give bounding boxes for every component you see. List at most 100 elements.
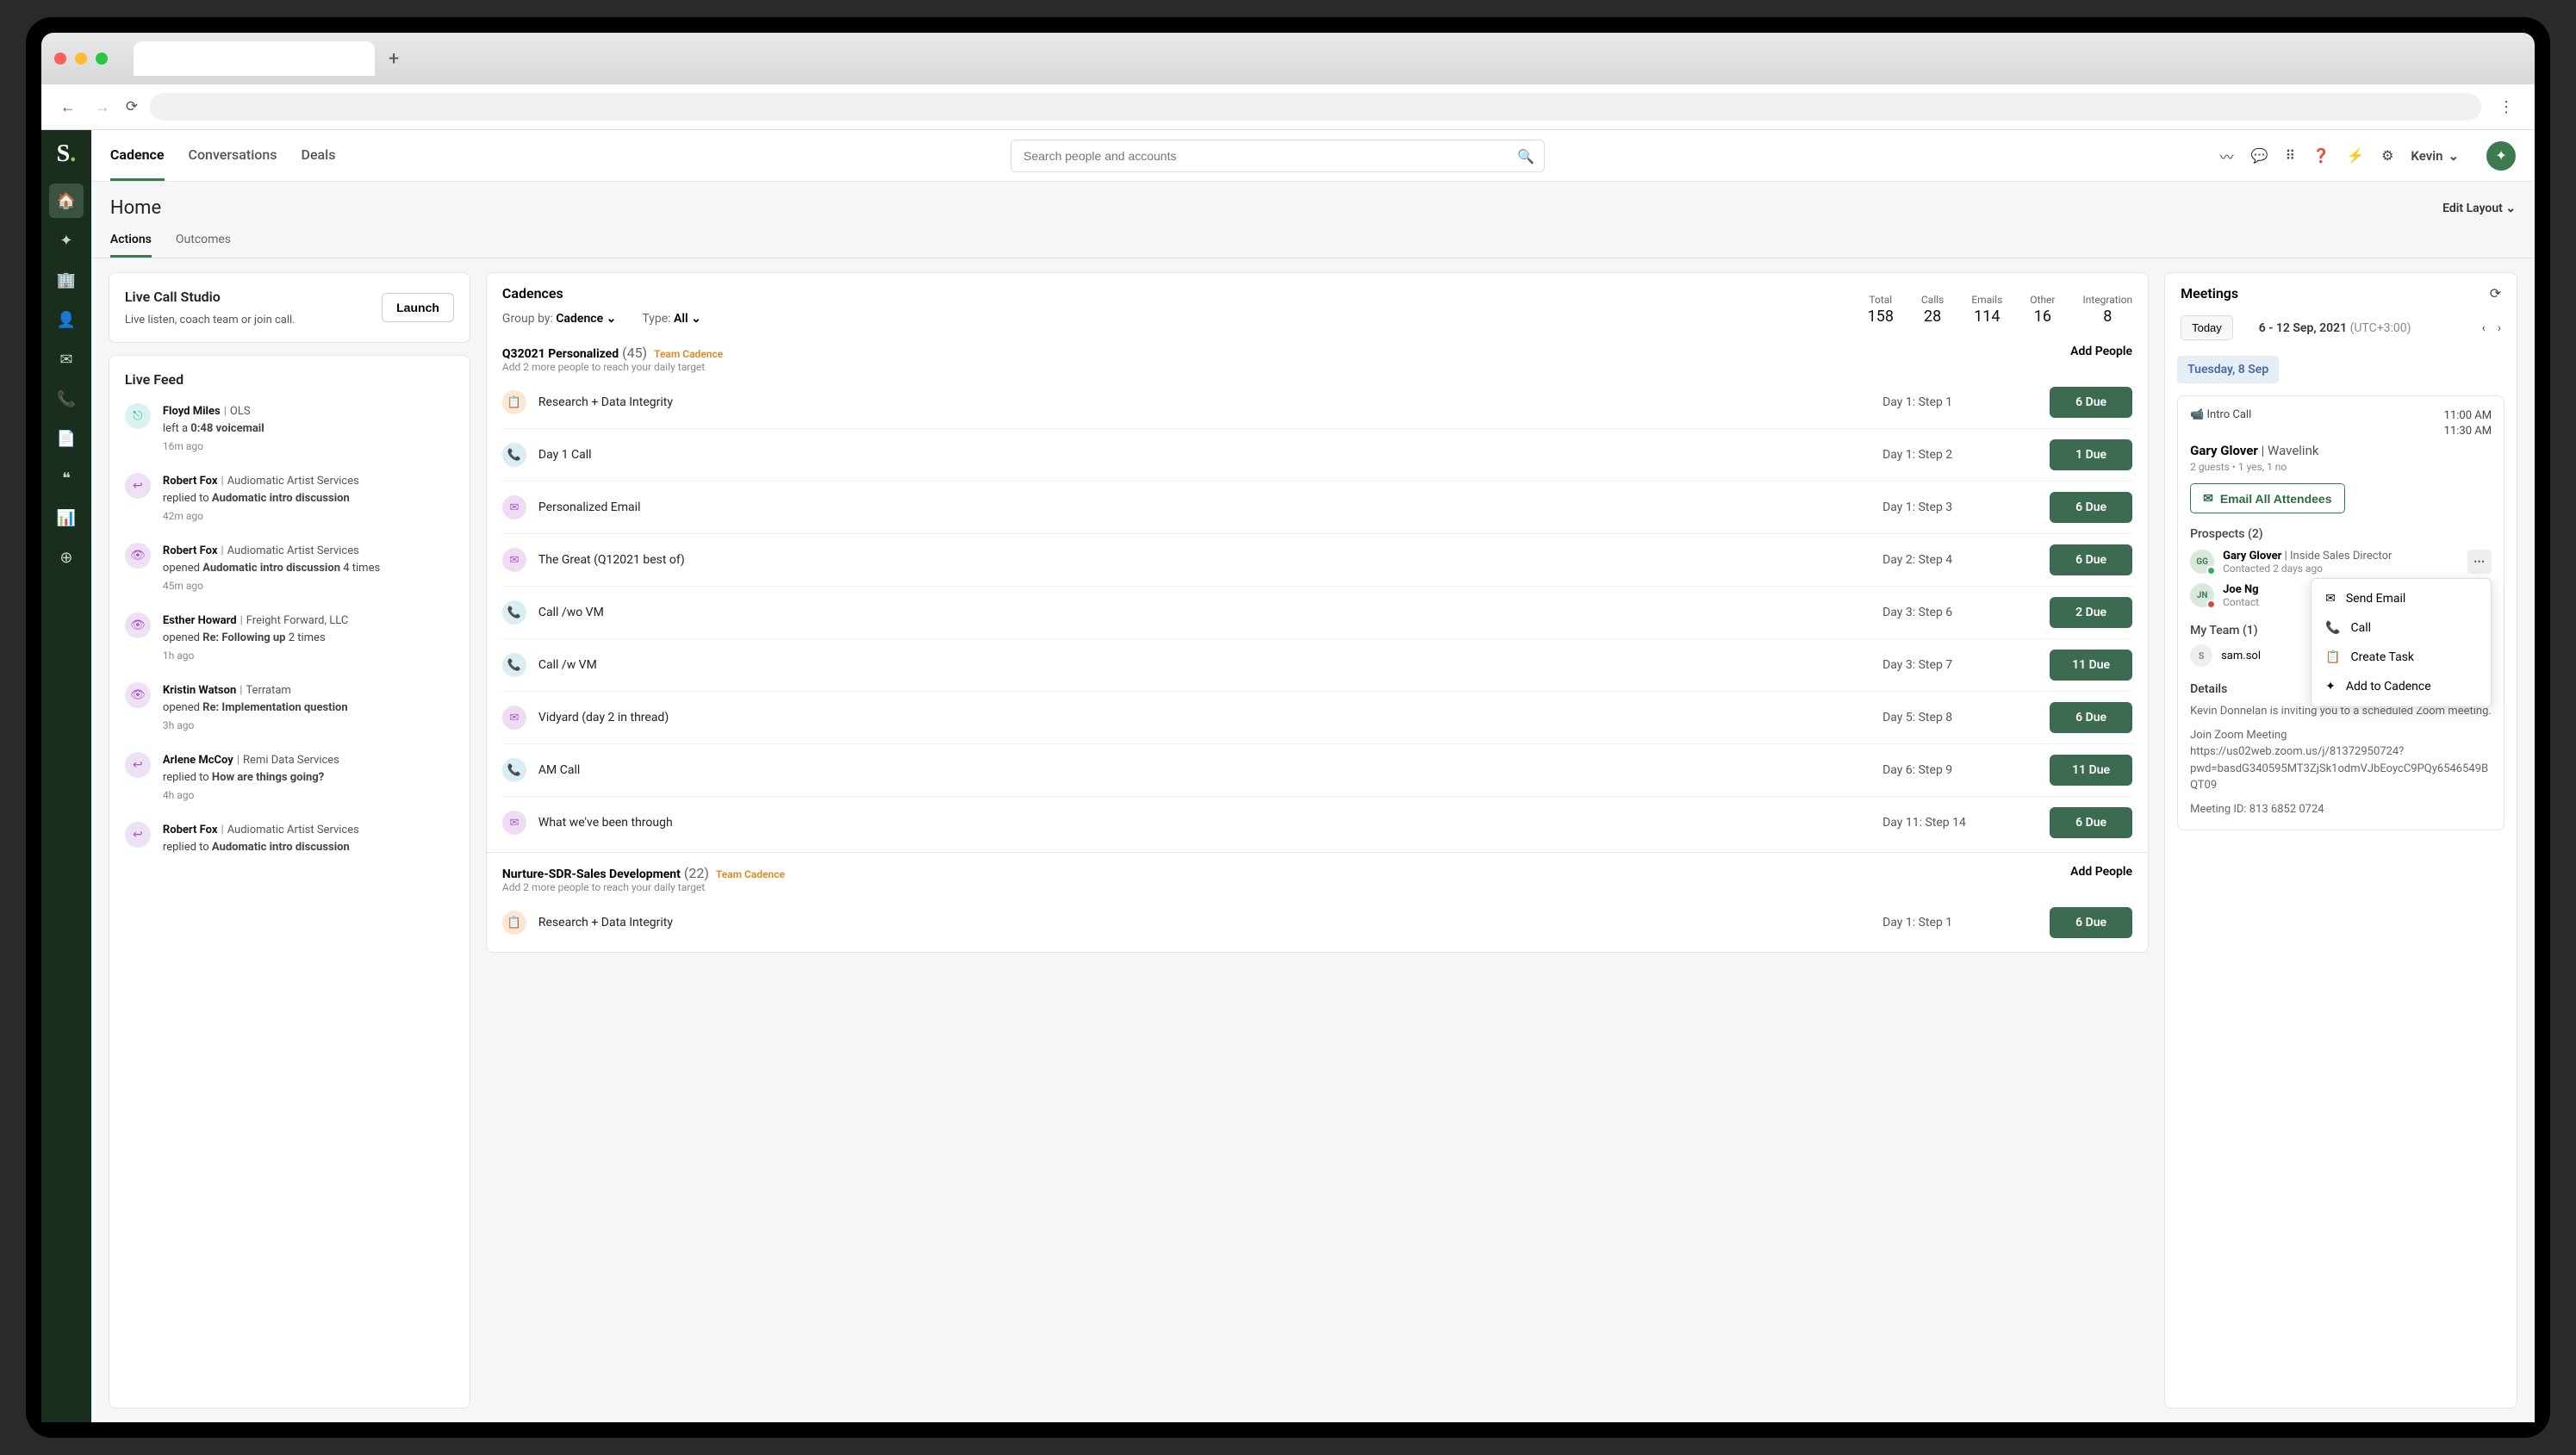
due-badge[interactable]: 6 Due xyxy=(2050,807,2132,838)
feed-reply-icon: ↩ xyxy=(125,822,151,848)
back-button[interactable]: ← xyxy=(57,95,79,120)
group-by-filter[interactable]: Group by: Cadence ⌄ xyxy=(502,312,616,326)
live-call-card: Live Call Studio Live listen, coach team… xyxy=(109,272,470,343)
due-badge[interactable]: 6 Due xyxy=(2050,702,2132,733)
app-logo[interactable]: S xyxy=(57,140,77,168)
add-people-button[interactable]: Add People xyxy=(2070,345,2132,358)
cadence-step[interactable]: ✉ Personalized Email Day 1: Step 3 6 Due xyxy=(502,482,2132,534)
live-call-subtitle: Live listen, coach team or join call. xyxy=(125,314,296,326)
cadence-step[interactable]: ✉ The Great (Q12021 best of) Day 2: Step… xyxy=(502,534,2132,587)
minimize-window-button[interactable] xyxy=(75,53,87,65)
avatar: S xyxy=(2190,644,2212,667)
call-icon: 📞 xyxy=(502,653,526,677)
action-icon: 📋 xyxy=(502,911,526,935)
cadence-step[interactable]: ✉ What we've been through Day 11: Step 1… xyxy=(502,797,2132,849)
forward-button[interactable]: → xyxy=(91,95,114,120)
call-icon: 📞 xyxy=(502,443,526,467)
chat-icon[interactable]: 💬 xyxy=(2251,147,2268,164)
maximize-window-button[interactable] xyxy=(96,53,108,65)
cadence-step[interactable]: 📋 Research + Data Integrity Day 1: Step … xyxy=(502,897,2132,948)
cadence-group: Q32021 Personalized (45)Team Cadence Add… xyxy=(487,333,2148,852)
feed-item[interactable]: 👁 Kristin Watson|Terratam opened Re: Imp… xyxy=(125,682,454,733)
feed-item[interactable]: 👁 Esther Howard|Freight Forward, LLC ope… xyxy=(125,612,454,663)
menu-item-create-task[interactable]: 📋Create Task xyxy=(2312,643,2491,672)
activity-icon[interactable]: 〰 xyxy=(2220,146,2234,166)
due-badge[interactable]: 6 Due xyxy=(2050,907,2132,938)
due-badge[interactable]: 11 Due xyxy=(2050,755,2132,786)
due-badge[interactable]: 1 Due xyxy=(2050,439,2132,470)
dialpad-icon[interactable]: ⠿ xyxy=(2286,147,2296,164)
cadence-step[interactable]: 📞 Call /w VM Day 3: Step 7 11 Due xyxy=(502,639,2132,692)
nav-quote-icon[interactable]: ❝ xyxy=(49,461,84,495)
cadence-step[interactable]: 📞 Day 1 Call Day 1: Step 2 1 Due xyxy=(502,429,2132,482)
launch-button[interactable]: Launch xyxy=(382,293,454,322)
cadence-step[interactable]: 📋 Research + Data Integrity Day 1: Step … xyxy=(502,376,2132,429)
next-week-button[interactable]: › xyxy=(2498,321,2501,335)
cadences-title: Cadences xyxy=(502,285,701,302)
nav-chart-icon[interactable]: 📊 xyxy=(49,501,84,535)
top-nav-deals[interactable]: Deals xyxy=(302,131,336,181)
refresh-button[interactable]: ⟳ xyxy=(126,98,138,115)
bolt-icon[interactable]: ⚡ xyxy=(2347,147,2364,164)
cadence-group: Nurture-SDR-Sales Development (22)Team C… xyxy=(487,852,2148,952)
browser-chrome: + xyxy=(41,33,2535,84)
prospect-row[interactable]: GG Gary Glover | Inside Sales Director C… xyxy=(2190,550,2492,575)
cadence-step[interactable]: ✉ Vidyard (day 2 in thread) Day 5: Step … xyxy=(502,692,2132,744)
search-icon[interactable]: 🔍 xyxy=(1517,148,1534,165)
due-badge[interactable]: 6 Due xyxy=(2050,387,2132,418)
due-badge[interactable]: 6 Due xyxy=(2050,492,2132,523)
menu-item-send-email[interactable]: ✉Send Email xyxy=(2312,584,2491,613)
user-menu[interactable]: Kevin ⌄ xyxy=(2411,148,2459,164)
nav-person-icon[interactable]: 👤 xyxy=(49,302,84,337)
nav-home-icon[interactable]: 🏠 xyxy=(49,183,84,218)
cadence-step[interactable]: 📞 AM Call Day 6: Step 9 11 Due xyxy=(502,744,2132,797)
feed-item[interactable]: ⎋ Floyd Miles|OLS left a 0:48 voicemail … xyxy=(125,403,454,454)
add-people-button[interactable]: Add People xyxy=(2070,865,2132,879)
menu-item-add-to-cadence[interactable]: ✦Add to Cadence xyxy=(2312,672,2491,701)
compose-button[interactable]: ✦ xyxy=(2486,141,2516,171)
tab-outcomes[interactable]: Outcomes xyxy=(176,224,231,258)
edit-layout-button[interactable]: Edit Layout ⌄ xyxy=(2442,202,2516,215)
nav-building-icon[interactable]: 🏢 xyxy=(49,263,84,297)
due-badge[interactable]: 2 Due xyxy=(2050,597,2132,628)
menu-item-call[interactable]: 📞Call xyxy=(2312,613,2491,643)
cadence-step[interactable]: 📞 Call /wo VM Day 3: Step 6 2 Due xyxy=(502,587,2132,639)
gear-icon[interactable]: ⚙ xyxy=(2381,147,2393,164)
nav-phone-icon[interactable]: 📞 xyxy=(49,382,84,416)
live-feed-title: Live Feed xyxy=(125,371,454,388)
prospect-row[interactable]: JN Joe Ng Contact✉Send Email📞Call📋Create… xyxy=(2190,583,2492,608)
feed-view-icon: 👁 xyxy=(125,543,151,569)
help-icon[interactable]: ❓ xyxy=(2312,147,2330,164)
browser-menu-button[interactable]: ⋮ xyxy=(2493,98,2519,116)
prev-week-button[interactable]: ‹ xyxy=(2482,321,2486,335)
prospect-more-button[interactable]: ⋯ xyxy=(2467,550,2492,574)
call-icon: 📞 xyxy=(502,600,526,625)
new-tab-button[interactable]: + xyxy=(389,48,399,70)
nav-target-icon[interactable]: ⊕ xyxy=(49,540,84,575)
nav-rocket-icon[interactable]: ✦ xyxy=(49,223,84,258)
feed-item[interactable]: ↩ Robert Fox|Audiomatic Artist Services … xyxy=(125,822,454,857)
meetings-title: Meetings xyxy=(2181,285,2238,302)
refresh-meetings-icon[interactable]: ⟳ xyxy=(2490,285,2501,302)
feed-item[interactable]: ↩ Arlene McCoy|Remi Data Services replie… xyxy=(125,752,454,803)
nav-file-icon[interactable]: 📄 xyxy=(49,421,84,456)
search-input[interactable] xyxy=(1011,140,1545,172)
email-attendees-button[interactable]: ✉ Email All Attendees xyxy=(2190,483,2344,513)
browser-tab[interactable] xyxy=(134,41,375,76)
stat-calls: Calls28 xyxy=(1921,294,1944,326)
top-nav-conversations[interactable]: Conversations xyxy=(189,131,277,181)
top-nav-cadence[interactable]: Cadence xyxy=(110,131,165,181)
nav-mail-icon[interactable]: ✉ xyxy=(49,342,84,376)
due-badge[interactable]: 6 Due xyxy=(2050,544,2132,575)
type-filter[interactable]: Type: All ⌄ xyxy=(642,312,701,326)
meeting-title: 📹 Intro Call xyxy=(2190,408,2251,439)
feed-item[interactable]: 👁 Robert Fox|Audiomatic Artist Services … xyxy=(125,543,454,594)
feed-item[interactable]: ↩ Robert Fox|Audiomatic Artist Services … xyxy=(125,473,454,524)
tab-actions[interactable]: Actions xyxy=(110,224,152,258)
top-bar: CadenceConversationsDeals 🔍 〰 💬 ⠿ ❓ ⚡ ⚙ … xyxy=(91,130,2535,182)
chevron-down-icon: ⌄ xyxy=(2448,148,2460,164)
url-input[interactable] xyxy=(150,93,2481,121)
today-button[interactable]: Today xyxy=(2181,315,2233,340)
due-badge[interactable]: 11 Due xyxy=(2050,650,2132,681)
close-window-button[interactable] xyxy=(54,53,66,65)
